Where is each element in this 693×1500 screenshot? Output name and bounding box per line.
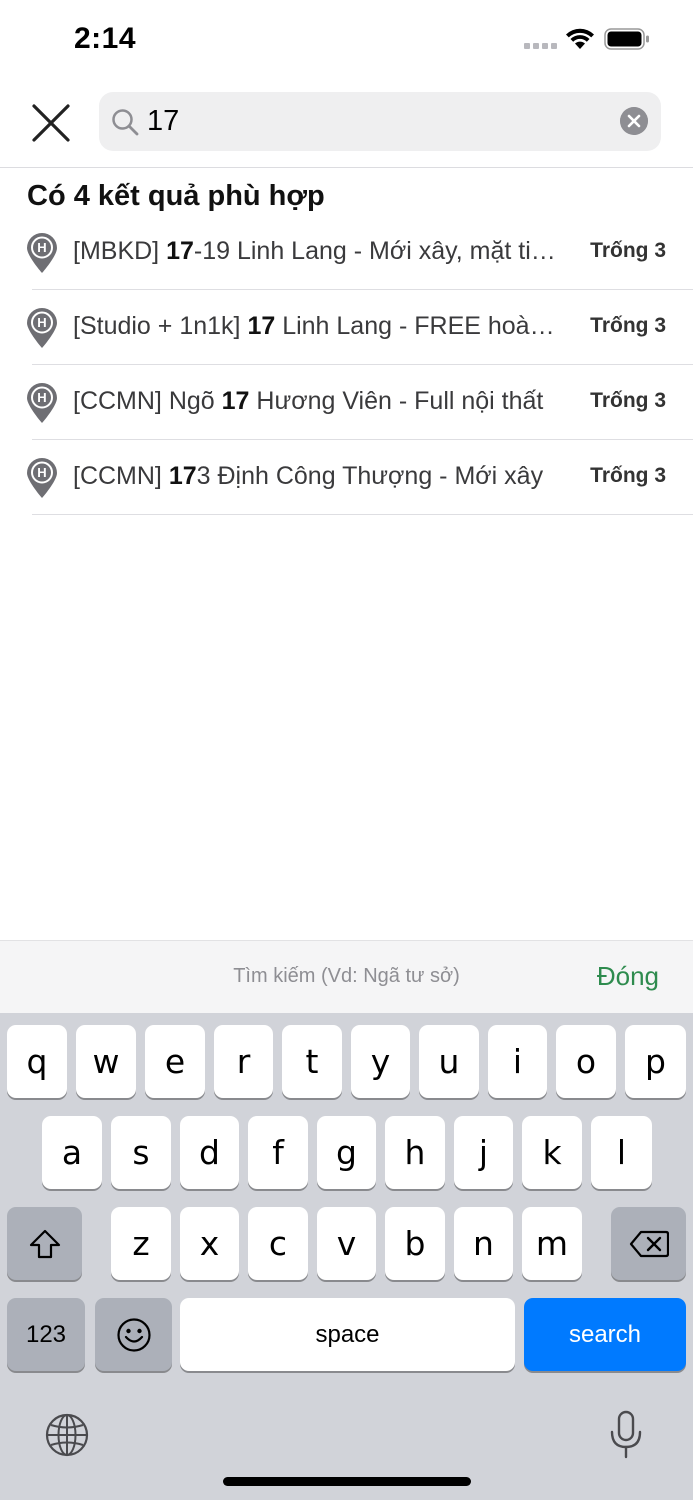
key-z[interactable]: z <box>111 1207 171 1280</box>
result-item[interactable]: H [Studio + 1n1k] 17 Linh Lang - FREE ho… <box>0 290 693 365</box>
cellular-signal-icon <box>524 43 558 49</box>
key-a[interactable]: a <box>42 1116 102 1189</box>
hotel-pin-icon: H <box>27 233 57 273</box>
key-k[interactable]: k <box>522 1116 582 1189</box>
microphone-icon[interactable] <box>609 1410 643 1460</box>
result-item[interactable]: H [CCMN] Ngõ 17 Hương Viên - Full nội th… <box>0 365 693 440</box>
hotel-pin-icon: H <box>27 458 57 498</box>
result-item[interactable]: H [CCMN] 173 Định Công Thượng - Mới xây … <box>0 440 693 515</box>
close-icon[interactable] <box>26 98 76 148</box>
search-hint: Tìm kiếm (Vd: Ngã tư sở) <box>233 965 460 987</box>
svg-text:H: H <box>37 315 46 330</box>
hotel-pin-icon: H <box>27 308 57 348</box>
key-m[interactable]: m <box>522 1207 582 1280</box>
results-count-title: Có 4 kết quả phù hợp <box>27 180 325 212</box>
key-b[interactable]: b <box>385 1207 445 1280</box>
key-u[interactable]: u <box>419 1025 479 1098</box>
shift-icon <box>29 1229 60 1258</box>
key-w[interactable]: w <box>76 1025 136 1098</box>
vacancy-badge: Trống 3 <box>590 464 666 487</box>
key-h[interactable]: h <box>385 1116 445 1189</box>
vacancy-badge: Trống 3 <box>590 314 666 337</box>
vacancy-badge: Trống 3 <box>590 239 666 262</box>
key-c[interactable]: c <box>248 1207 308 1280</box>
svg-text:H: H <box>37 240 46 255</box>
svg-text:H: H <box>37 390 46 405</box>
key-d[interactable]: d <box>180 1116 239 1189</box>
emoji-key[interactable] <box>95 1298 172 1371</box>
key-v[interactable]: v <box>317 1207 376 1280</box>
key-n[interactable]: n <box>454 1207 513 1280</box>
key-x[interactable]: x <box>180 1207 239 1280</box>
search-key[interactable]: search <box>524 1298 686 1371</box>
vacancy-badge: Trống 3 <box>590 389 666 412</box>
key-o[interactable]: o <box>556 1025 616 1098</box>
backspace-key[interactable] <box>611 1207 686 1280</box>
svg-text:H: H <box>37 465 46 480</box>
battery-icon <box>604 28 649 50</box>
clear-icon[interactable] <box>620 107 648 135</box>
shift-key[interactable] <box>7 1207 82 1280</box>
key-q[interactable]: q <box>7 1025 67 1098</box>
key-e[interactable]: e <box>145 1025 205 1098</box>
key-y[interactable]: y <box>351 1025 410 1098</box>
result-item[interactable]: H [MBKD] 17-19 Linh Lang - Mới xây, mặt … <box>0 215 693 290</box>
keyboard-accessory-bar: Tìm kiếm (Vd: Ngã tư sở) Đóng <box>0 940 693 1013</box>
result-name: [Studio + 1n1k] 17 Linh Lang - FREE hoàn… <box>73 312 558 340</box>
search-box <box>99 92 661 151</box>
result-name: [MBKD] 17-19 Linh Lang - Mới xây, mặt ti… <box>73 237 558 265</box>
key-j[interactable]: j <box>454 1116 513 1189</box>
key-g[interactable]: g <box>317 1116 376 1189</box>
status-bar: 2:14 <box>0 0 693 80</box>
status-time: 2:14 <box>74 22 137 55</box>
key-s[interactable]: s <box>111 1116 171 1189</box>
key-f[interactable]: f <box>248 1116 308 1189</box>
search-icon <box>112 109 139 136</box>
wifi-icon <box>566 28 594 49</box>
numbers-key[interactable]: 123 <box>7 1298 85 1371</box>
key-p[interactable]: p <box>625 1025 686 1098</box>
keyboard: q w e r t y u i o p a s d f g h j k l z … <box>0 1013 693 1500</box>
space-key[interactable]: space <box>180 1298 515 1371</box>
home-indicator <box>223 1477 471 1486</box>
results-list: H [MBKD] 17-19 Linh Lang - Mới xây, mặt … <box>0 215 693 515</box>
key-t[interactable]: t <box>282 1025 342 1098</box>
globe-icon[interactable] <box>44 1412 90 1458</box>
key-l[interactable]: l <box>591 1116 652 1189</box>
hotel-pin-icon: H <box>27 383 57 423</box>
search-header <box>0 80 693 168</box>
key-r[interactable]: r <box>214 1025 273 1098</box>
result-name: [CCMN] 173 Định Công Thượng - Mới xây <box>73 462 544 490</box>
emoji-icon <box>116 1317 151 1352</box>
key-i[interactable]: i <box>488 1025 547 1098</box>
done-button[interactable]: Đóng <box>597 961 659 992</box>
search-input[interactable] <box>147 92 607 151</box>
backspace-icon <box>629 1230 669 1257</box>
result-name: [CCMN] Ngõ 17 Hương Viên - Full nội thất <box>73 387 544 415</box>
